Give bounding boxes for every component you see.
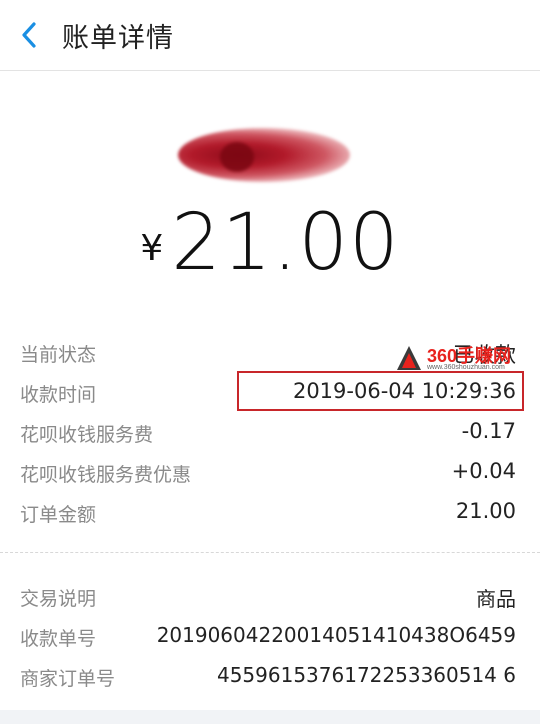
detail-label: 花呗收钱服务费优惠: [20, 464, 192, 486]
transaction-value: 商品: [476, 587, 516, 611]
detail-label: 当前状态: [20, 344, 97, 366]
watermark-url: www.360shouzhuan.com: [427, 364, 505, 371]
detail-label: 花呗收钱服务费: [20, 424, 154, 446]
watermark: 360手赚网 www.360shouzhuan.com: [395, 340, 525, 380]
transaction-label: 交易说明: [20, 588, 97, 610]
detail-label: 收款时间: [20, 384, 97, 406]
detail-label: 订单金额: [20, 504, 97, 526]
amount-display: ¥21.00: [0, 198, 540, 288]
transaction-label: 收款单号: [20, 628, 97, 650]
currency-symbol: ¥: [140, 228, 164, 269]
amount-value: 21.00: [171, 198, 400, 288]
detail-row-service-fee: 花呗收钱服务费 -0.17: [0, 412, 540, 452]
detail-value: 21.00: [455, 499, 516, 523]
section-divider: [0, 552, 540, 553]
transaction-info-list: 交易说明 商品 收款单号 20190604220014051410438O645…: [0, 576, 540, 696]
page-title: 账单详情: [62, 23, 174, 54]
watermark-logo-icon: [397, 346, 421, 370]
detail-row-order-amount: 订单金额 21.00: [0, 492, 540, 532]
transaction-row-description: 交易说明 商品: [0, 576, 540, 616]
transaction-row-receipt-no: 收款单号 20190604220014051410438O6459: [0, 616, 540, 656]
top-bar: 账单详情: [0, 0, 540, 71]
redacted-payer-name: [178, 128, 350, 182]
detail-value: -0.17: [461, 419, 516, 443]
detail-value: +0.04: [451, 459, 516, 483]
bottom-bar: [0, 710, 540, 724]
transaction-label: 商家订单号: [20, 668, 116, 690]
chevron-left-icon: [22, 22, 36, 48]
back-button[interactable]: [14, 18, 48, 52]
transaction-row-merchant-order-no: 商家订单号 4559615376172253360514 6: [0, 656, 540, 696]
transaction-value: 4559615376172253360514 6: [216, 663, 516, 687]
detail-row-fee-discount: 花呗收钱服务费优惠 +0.04: [0, 452, 540, 492]
transaction-value: 20190604220014051410438O6459: [156, 623, 516, 647]
